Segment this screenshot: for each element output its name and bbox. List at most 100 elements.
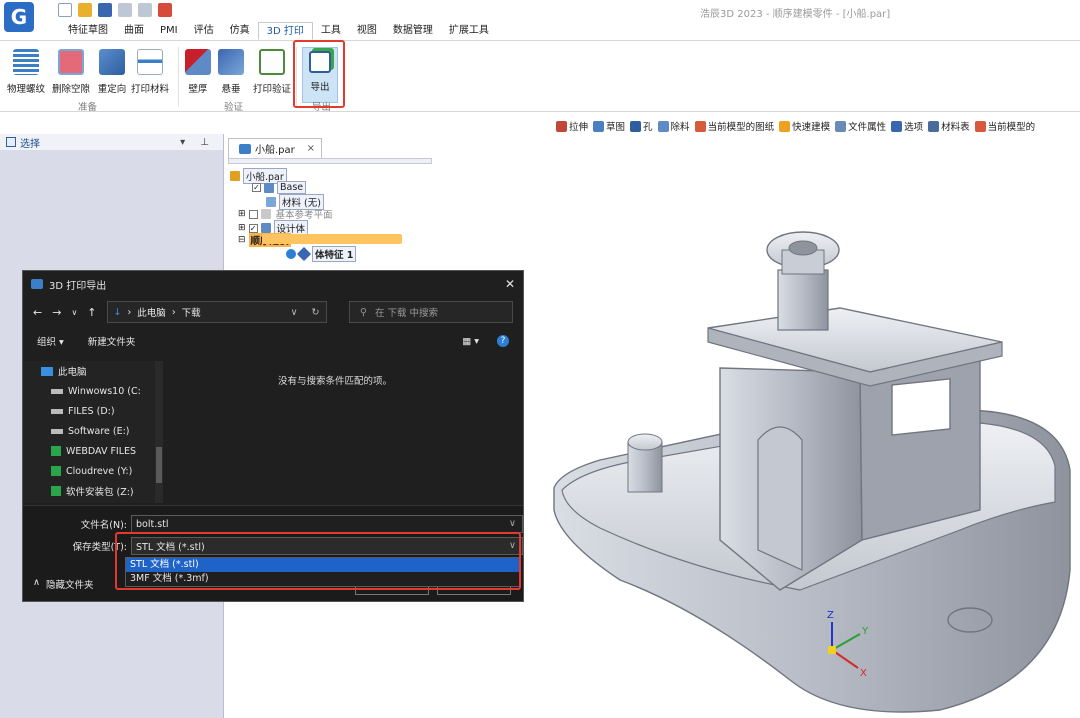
address-bar[interactable]: ↓ › 此电脑 › 下载 ∨ ↻	[106, 301, 327, 323]
empty-message: 没有与搜索条件匹配的项。	[278, 376, 393, 387]
search-input[interactable]: ⚲ 在 下载 中搜索	[349, 301, 513, 323]
part-file-icon	[230, 171, 240, 181]
y-axis-label: Y	[861, 626, 869, 637]
new-folder-button[interactable]: 新建文件夹	[88, 334, 136, 348]
wall-thickness-button[interactable]: 壁厚	[184, 45, 212, 95]
chimney-hole	[788, 240, 818, 256]
cmd-cut[interactable]: 除料	[657, 118, 690, 134]
save-icon[interactable]	[98, 3, 112, 17]
cmd-sketch[interactable]: 草图	[593, 118, 625, 134]
coord-icon	[264, 182, 274, 193]
chevron-down-icon[interactable]: ∨	[509, 518, 516, 529]
tab-surface[interactable]: 曲面	[116, 22, 152, 40]
dropdown-icon[interactable]: ∨	[71, 308, 77, 317]
tree-feature[interactable]: 体特征 1	[286, 246, 357, 262]
print-verify-button[interactable]: 打印验证	[250, 45, 294, 95]
collapse-icon[interactable]: ⊟	[238, 235, 246, 245]
chevron-up-icon: ∧	[33, 577, 40, 588]
tab-view[interactable]: 视图	[349, 22, 385, 40]
nav-drive-e[interactable]: Software (E:)	[23, 421, 155, 441]
cmd-file-properties[interactable]: 文件属性	[835, 118, 886, 134]
scrollbar-thumb[interactable]	[156, 447, 162, 483]
cmd-bom[interactable]: 材料表	[928, 118, 970, 134]
drawing-icon	[694, 120, 706, 132]
settings-icon[interactable]	[158, 3, 172, 17]
select-icon	[6, 137, 16, 147]
forward-icon[interactable]: →	[52, 306, 61, 319]
help-icon[interactable]: ?	[497, 335, 509, 347]
ribbon-panel: 物理螺纹 删除空隙 重定向 打印材料 准备 壁厚 悬垂 打印验证 验证 导出 导…	[0, 40, 1080, 113]
cmd-drawing[interactable]: 当前模型的图纸	[694, 118, 774, 134]
hole-icon	[630, 120, 642, 132]
close-tab-icon[interactable]: ×	[307, 143, 315, 154]
redo-icon[interactable]	[138, 3, 152, 17]
hide-folders-toggle[interactable]: ∧ 隐藏文件夹	[33, 577, 93, 591]
window-title: 浩辰3D 2023 - 顺序建模零件 - [小船.par]	[700, 9, 891, 20]
cmd-hole[interactable]: 孔	[630, 118, 653, 134]
savetype-highlight-box	[115, 532, 521, 590]
nav-scrollbar[interactable]	[155, 361, 163, 503]
undo-icon[interactable]	[118, 3, 132, 17]
nav-drive-d[interactable]: FILES (D:)	[23, 401, 155, 421]
tree-base[interactable]: ✓ Base	[252, 181, 307, 194]
tab-simulation[interactable]: 仿真	[222, 22, 258, 40]
bom-icon	[928, 120, 940, 132]
pin-icon[interactable]: ▾ ⊥	[180, 137, 215, 148]
checkbox-icon[interactable]	[248, 209, 258, 219]
filename-input[interactable]: bolt.stl ∨	[131, 515, 523, 533]
checkbox-icon[interactable]: ✓	[248, 223, 258, 233]
physical-thread-button[interactable]: 物理螺纹	[6, 45, 46, 95]
print-material-button[interactable]: 打印材料	[130, 45, 170, 95]
open-icon[interactable]	[78, 3, 92, 17]
app-logo-icon[interactable]: G	[4, 2, 34, 32]
doc-tab[interactable]: 小船.par ×	[228, 138, 322, 158]
search-icon: ⚲	[360, 306, 367, 318]
rollback-bar[interactable]	[262, 234, 402, 244]
download-folder-icon: ↓	[113, 306, 122, 318]
tab-pmi[interactable]: PMI	[152, 22, 186, 40]
back-icon[interactable]: ←	[33, 306, 42, 319]
cmd-quick-model[interactable]: 快速建模	[779, 118, 830, 134]
drive-icon	[51, 388, 63, 394]
expand-icon[interactable]: ⊞	[238, 209, 246, 219]
group-label-verify: 验证	[224, 102, 244, 113]
history-dropdown-icon[interactable]: ∨	[291, 307, 298, 318]
dialog-toolbar: 组织 ▾ 新建文件夹 ▦ ▾ ?	[23, 327, 523, 355]
cmd-extrude[interactable]: 拉伸	[556, 118, 588, 134]
tab-tools[interactable]: 工具	[313, 22, 349, 40]
expand-icon[interactable]: ⊞	[238, 223, 246, 233]
cmd-options[interactable]: 选项	[891, 118, 923, 134]
nav-drive-z[interactable]: 软件安装包 (Z:)	[23, 481, 155, 501]
side-window	[891, 378, 951, 436]
sketch-icon	[593, 120, 605, 132]
nav-cloudreve[interactable]: Cloudreve (Y:)	[23, 461, 155, 481]
nav-drive-c[interactable]: Winwows10 (C:	[23, 381, 155, 401]
export-highlight-box	[293, 40, 345, 108]
organize-button[interactable]: 组织 ▾	[37, 334, 64, 348]
tab-sketch[interactable]: 特征草图	[60, 22, 116, 40]
new-icon[interactable]	[58, 3, 72, 17]
overhang-button[interactable]: 悬垂	[218, 45, 244, 95]
reorient-button[interactable]: 重定向	[94, 45, 130, 95]
close-icon[interactable]: ✕	[505, 277, 515, 291]
group-label-prep: 准备	[78, 102, 98, 113]
tab-3d-print[interactable]: 3D 打印	[257, 22, 313, 40]
ribbon-tabs: 特征草图 曲面 PMI 评估 仿真 3D 打印 工具 视图 数据管理 扩展工具	[60, 22, 497, 40]
filename-label: 文件名(N):	[80, 520, 127, 531]
info-icon	[286, 249, 296, 259]
nav-webdav[interactable]: WEBDAV FILES	[23, 441, 155, 461]
tab-evaluate[interactable]: 评估	[186, 22, 222, 40]
refresh-icon[interactable]: ↻	[312, 307, 320, 318]
checkbox-icon[interactable]: ✓	[252, 183, 261, 192]
nav-this-pc[interactable]: 此电脑	[23, 361, 155, 381]
quick-access-toolbar	[58, 3, 172, 19]
tab-extensions[interactable]: 扩展工具	[441, 22, 497, 40]
model-viewport[interactable]: Z Y X	[540, 210, 1080, 718]
tree-ref-planes[interactable]: ⊞ 基本参考平面	[238, 207, 335, 221]
cmd-model-2[interactable]: 当前模型的	[974, 118, 1035, 134]
up-icon[interactable]: ↑	[87, 306, 96, 319]
remove-voids-button[interactable]: 删除空隙	[50, 45, 92, 95]
axis-origin	[828, 646, 836, 654]
tab-data-management[interactable]: 数据管理	[385, 22, 441, 40]
view-options-icon[interactable]: ▦ ▾	[462, 336, 479, 347]
